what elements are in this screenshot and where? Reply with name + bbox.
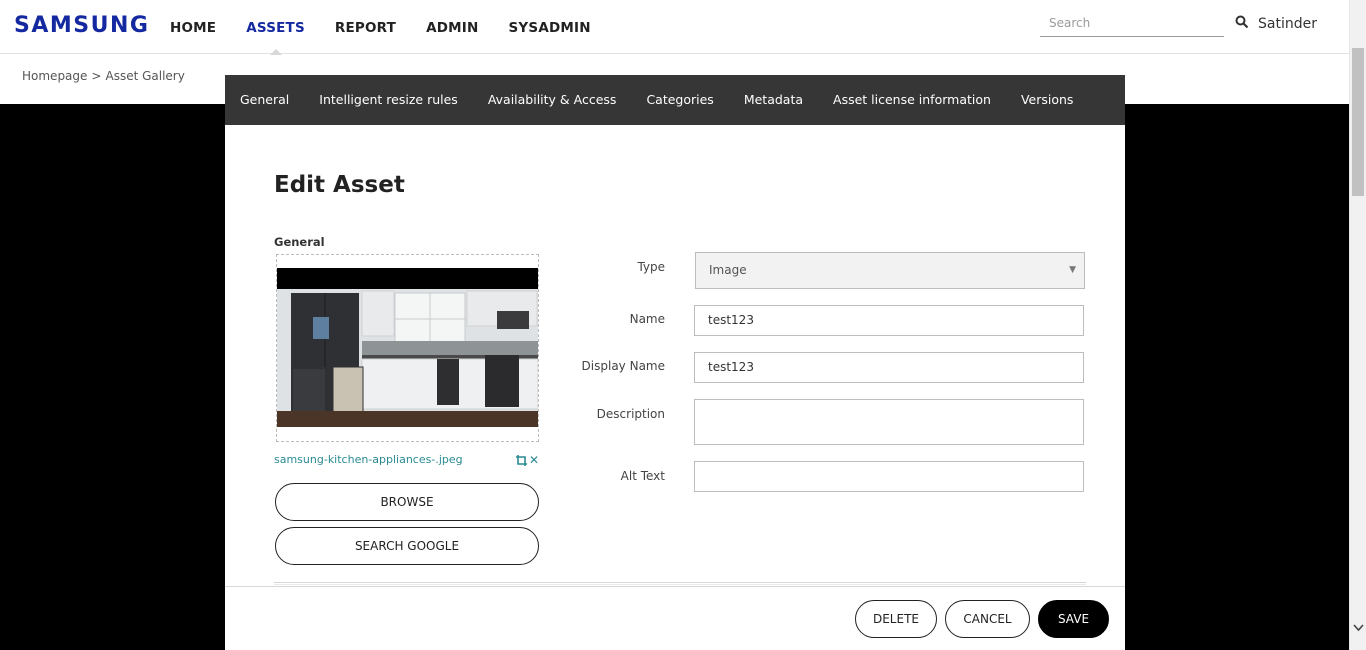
description-field[interactable]: [694, 399, 1084, 445]
user-name[interactable]: Satinder: [1258, 16, 1317, 32]
active-caret-indicator: [269, 49, 282, 55]
scrollbar-thumb[interactable]: [1352, 48, 1364, 196]
alt-text-field[interactable]: [694, 461, 1084, 492]
type-select-value: Image: [709, 263, 747, 277]
image-preview[interactable]: [276, 254, 539, 442]
tab-intelligent-resize-rules[interactable]: Intelligent resize rules: [319, 75, 458, 125]
type-label: Type: [637, 260, 665, 274]
search-icon[interactable]: [1235, 15, 1249, 29]
chevron-right-icon: >: [91, 69, 102, 83]
section-label-general: General: [274, 235, 325, 249]
tab-categories[interactable]: Categories: [646, 75, 713, 125]
search-google-button[interactable]: SEARCH GOOGLE: [275, 527, 539, 565]
description-label: Description: [596, 407, 665, 421]
form-divider: [274, 582, 1086, 585]
cancel-button[interactable]: CANCEL: [945, 600, 1030, 638]
asset-file-name-link[interactable]: samsung-kitchen-appliances-.jpeg: [274, 453, 463, 466]
breadcrumb: Homepage > Asset Gallery: [22, 69, 185, 83]
save-button[interactable]: SAVE: [1038, 600, 1109, 638]
search-box: [1040, 12, 1224, 37]
edit-asset-modal: General Intelligent resize rules Availab…: [225, 75, 1125, 650]
modal-tab-bar: General Intelligent resize rules Availab…: [225, 75, 1125, 125]
image-letterbox-bar: [277, 268, 538, 289]
nav-item-assets[interactable]: ASSETS: [246, 0, 305, 55]
scroll-down-icon[interactable]: [1350, 619, 1366, 636]
alt-text-label: Alt Text: [620, 469, 665, 483]
nav-item-report[interactable]: REPORT: [335, 0, 396, 54]
page-scrollbar[interactable]: [1349, 0, 1366, 650]
nav-item-sysadmin[interactable]: SYSADMIN: [509, 0, 591, 54]
main-nav: HOME ASSETS REPORT ADMIN SYSADMIN: [170, 0, 621, 55]
tab-general[interactable]: General: [240, 75, 289, 125]
delete-button[interactable]: DELETE: [855, 600, 937, 638]
nav-item-admin[interactable]: ADMIN: [426, 0, 478, 54]
page-title: Edit Asset: [274, 172, 405, 198]
name-label: Name: [629, 312, 665, 326]
browse-button[interactable]: BROWSE: [275, 483, 539, 521]
type-select[interactable]: Image ▼: [695, 252, 1085, 289]
display-name-field[interactable]: test123: [694, 352, 1084, 383]
top-navigation-bar: SAMSUNG HOME ASSETS REPORT ADMIN SYSADMI…: [0, 0, 1349, 55]
tab-metadata[interactable]: Metadata: [744, 75, 803, 125]
search-input[interactable]: [1040, 12, 1224, 34]
nav-item-home[interactable]: HOME: [170, 0, 216, 54]
tab-availability-access[interactable]: Availability & Access: [488, 75, 617, 125]
chevron-down-icon: ▼: [1069, 265, 1076, 275]
tab-asset-license-information[interactable]: Asset license information: [833, 75, 991, 125]
nav-item-assets-label: ASSETS: [246, 20, 305, 36]
breadcrumb-homepage[interactable]: Homepage: [22, 69, 87, 83]
tab-versions[interactable]: Versions: [1021, 75, 1073, 125]
breadcrumb-asset-gallery[interactable]: Asset Gallery: [105, 69, 184, 83]
display-name-label: Display Name: [581, 359, 665, 373]
asset-thumbnail-image: [277, 289, 538, 427]
close-icon[interactable]: ✕: [529, 453, 539, 467]
samsung-logo[interactable]: SAMSUNG: [14, 13, 149, 38]
crop-icon[interactable]: [516, 455, 527, 466]
modal-footer: DELETE CANCEL SAVE: [225, 586, 1125, 650]
name-field[interactable]: test123: [694, 305, 1084, 336]
